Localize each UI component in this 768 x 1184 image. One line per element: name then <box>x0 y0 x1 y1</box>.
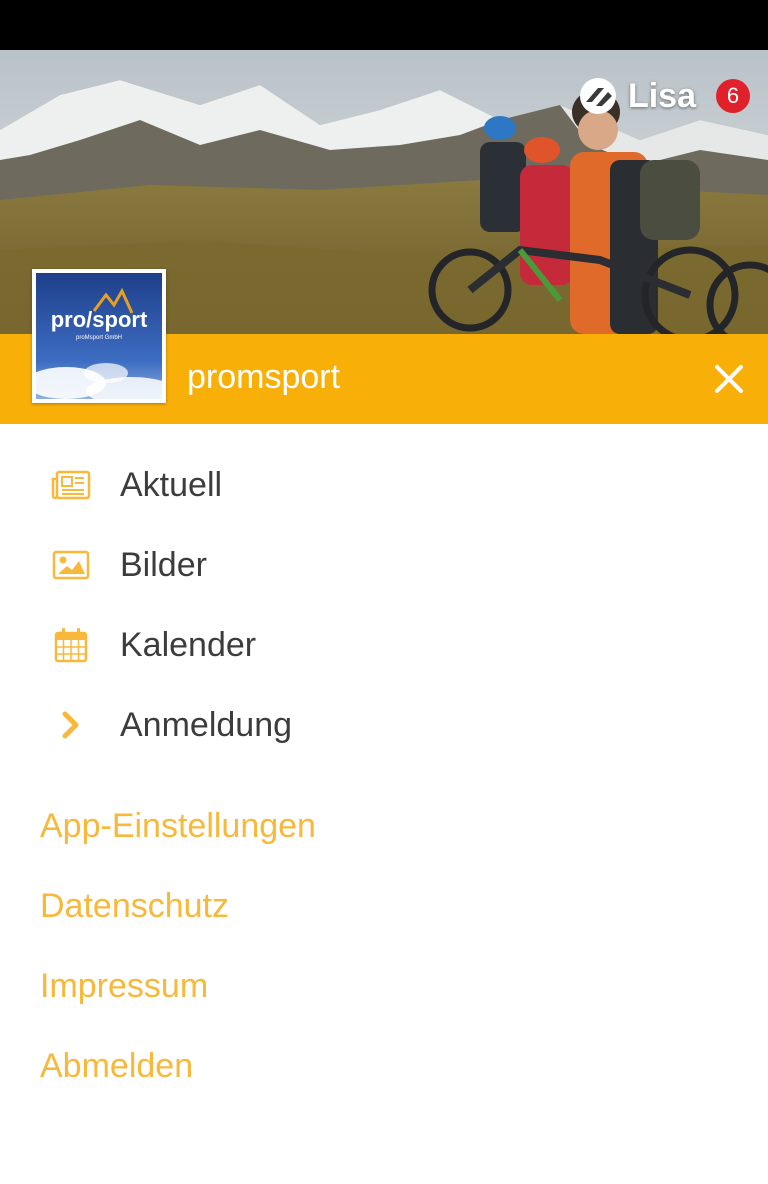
secondary-links: App-Einstellungen Datenschutz Impressum … <box>40 786 316 1106</box>
club-logo: pro/sport proMsport GmbH <box>32 269 166 403</box>
menu-item-label: Kalender <box>120 625 257 664</box>
club-name: promsport <box>187 358 341 396</box>
logo-subtext: proMsport GmbH <box>76 335 122 341</box>
menu-item-label: Bilder <box>120 545 207 584</box>
logo-text: pro/sport <box>51 307 148 332</box>
menu-item-anmeldung[interactable]: Anmeldung <box>0 685 768 765</box>
menu-item-label: Anmeldung <box>120 705 293 744</box>
image-icon <box>51 545 91 585</box>
newspaper-icon <box>51 465 91 505</box>
status-bar <box>0 0 768 50</box>
close-icon[interactable] <box>712 362 746 396</box>
chevron-right-icon <box>51 705 91 745</box>
app-logo-icon <box>579 78 616 114</box>
link-datenschutz[interactable]: Datenschutz <box>40 866 316 946</box>
menu-item-bilder[interactable]: Bilder <box>0 525 768 605</box>
link-abmelden[interactable]: Abmelden <box>40 1026 316 1106</box>
notification-badge[interactable]: 6 <box>716 79 750 113</box>
user-chip[interactable]: Lisa 6 <box>578 76 750 116</box>
user-name: Lisa <box>627 76 696 115</box>
menu-item-aktuell[interactable]: Aktuell <box>0 445 768 525</box>
main-menu: Aktuell Bilder Kalender Anmeldung <box>0 445 768 765</box>
link-app-einstellungen[interactable]: App-Einstellungen <box>40 786 316 866</box>
menu-item-kalender[interactable]: Kalender <box>0 605 768 685</box>
calendar-icon <box>51 625 91 665</box>
link-impressum[interactable]: Impressum <box>40 946 316 1026</box>
menu-item-label: Aktuell <box>120 465 223 504</box>
